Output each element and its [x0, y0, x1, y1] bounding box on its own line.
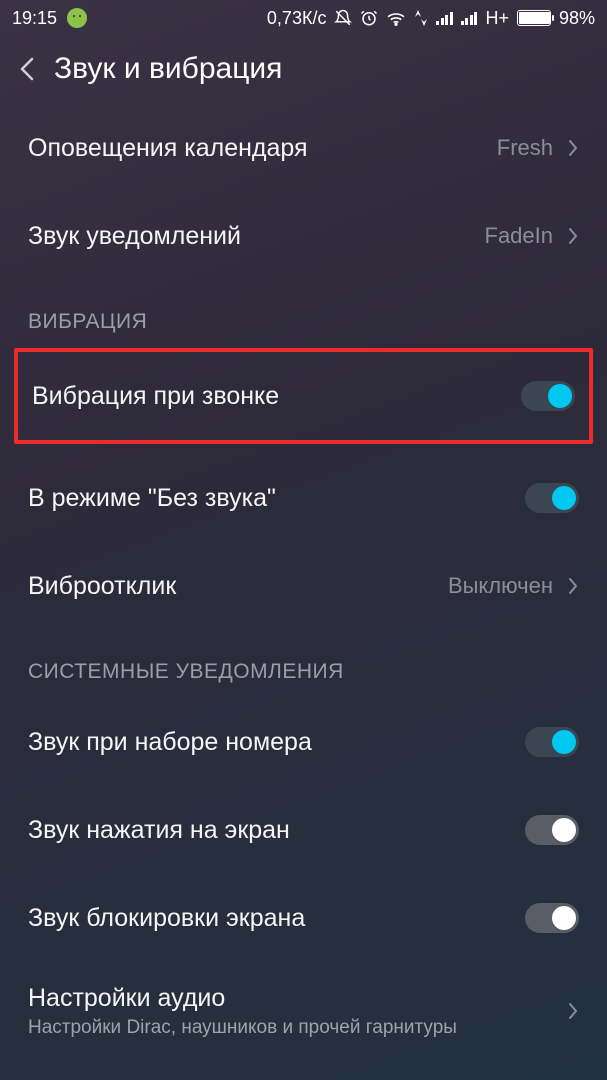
status-speed: 0,73К/с	[267, 8, 327, 29]
chevron-right-icon	[567, 1001, 579, 1021]
row-value: Fresh	[497, 135, 553, 161]
status-bar: 19:15 0,73К/с H	[0, 0, 607, 36]
row-lock-sound[interactable]: Звук блокировки экрана	[0, 874, 607, 962]
signal-sim2-icon	[461, 11, 478, 25]
row-label: Звук нажатия на экран	[28, 816, 290, 845]
highlight-box: Вибрация при звонке	[14, 348, 593, 444]
row-notification-sound[interactable]: Звук уведомлений FadeIn	[0, 192, 607, 280]
row-value: FadeIn	[485, 223, 554, 249]
row-label: Вибрация при звонке	[32, 382, 279, 411]
back-button[interactable]	[18, 55, 36, 83]
mute-icon	[334, 9, 352, 27]
row-label: Звук при наборе номера	[28, 728, 312, 757]
row-sublabel: Настройки Dirac, наушников и прочей гарн…	[28, 1017, 457, 1039]
status-network: H+	[485, 8, 509, 29]
row-haptic-feedback[interactable]: Виброотклик Выключен	[0, 542, 607, 630]
row-tap-sound[interactable]: Звук нажатия на экран	[0, 786, 607, 874]
toggle-tap-sound[interactable]	[525, 815, 579, 845]
row-label: Звук блокировки экрана	[28, 904, 305, 933]
page-header: Звук и вибрация	[0, 36, 607, 104]
row-label: Оповещения календаря	[28, 134, 308, 163]
row-calendar-alerts[interactable]: Оповещения календаря Fresh	[0, 104, 607, 192]
row-vibrate-on-ring[interactable]: Вибрация при звонке	[32, 352, 575, 440]
status-time: 19:15	[12, 8, 57, 29]
row-label: Виброотклик	[28, 572, 176, 601]
row-audio-settings[interactable]: Настройки аудио Настройки Dirac, наушник…	[0, 962, 607, 1060]
status-battery: 98%	[559, 8, 595, 29]
toggle-vibrate-on-ring[interactable]	[521, 381, 575, 411]
section-system-notifications: СИСТЕМНЫЕ УВЕДОМЛЕНИЯ	[0, 630, 607, 698]
section-vibration: ВИБРАЦИЯ	[0, 280, 607, 348]
data-transfer-icon	[414, 10, 428, 26]
settings-list: Оповещения календаря Fresh Звук уведомле…	[0, 104, 607, 1060]
page-title: Звук и вибрация	[54, 52, 282, 86]
row-silent-mode[interactable]: В режиме "Без звука"	[0, 454, 607, 542]
row-dial-sound[interactable]: Звук при наборе номера	[0, 698, 607, 786]
chevron-right-icon	[567, 576, 579, 596]
toggle-silent-mode[interactable]	[525, 483, 579, 513]
toggle-lock-sound[interactable]	[525, 903, 579, 933]
row-label: Звук уведомлений	[28, 222, 241, 251]
row-label: Настройки аудио	[28, 984, 457, 1013]
android-debug-icon	[67, 8, 87, 28]
toggle-dial-sound[interactable]	[525, 727, 579, 757]
signal-sim1-icon	[436, 11, 453, 25]
row-label: В режиме "Без звука"	[28, 484, 276, 513]
row-value: Выключен	[448, 573, 553, 599]
alarm-icon	[360, 9, 378, 27]
chevron-right-icon	[567, 226, 579, 246]
wifi-icon	[386, 10, 406, 26]
battery-icon	[517, 10, 551, 26]
chevron-right-icon	[567, 138, 579, 158]
